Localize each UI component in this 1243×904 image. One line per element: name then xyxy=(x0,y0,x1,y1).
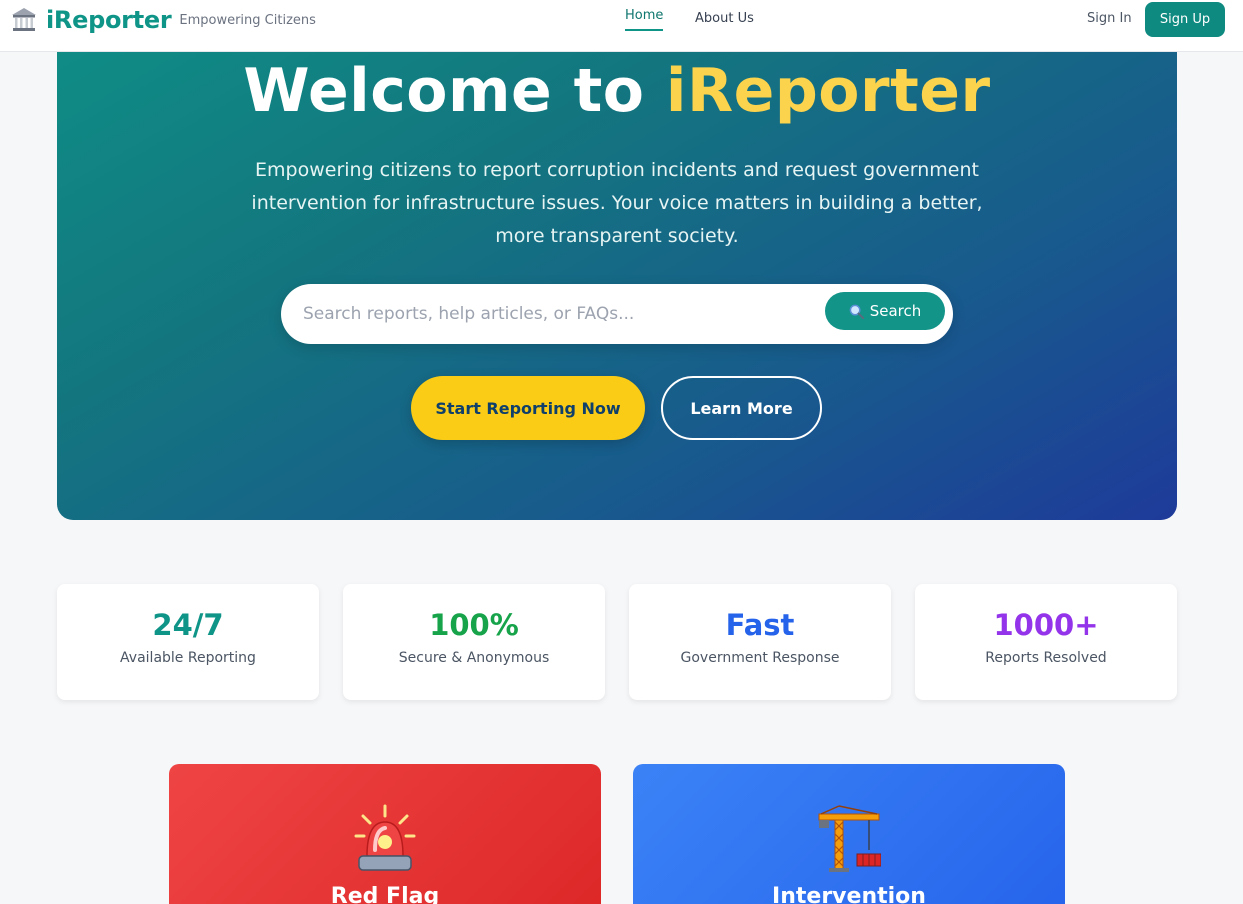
stat-card-security: 100% Secure & Anonymous xyxy=(343,584,605,700)
intervention-card[interactable]: Intervention xyxy=(633,764,1065,904)
hero-subtitle: Empowering citizens to report corruption… xyxy=(251,159,983,247)
nav-link-home[interactable]: Home xyxy=(625,8,664,31)
hero-title-accent: iReporter xyxy=(665,56,991,126)
brand-name: iReporter xyxy=(46,6,172,34)
search-bar: Search xyxy=(281,284,953,344)
stat-value: 24/7 xyxy=(152,608,224,642)
intervention-title: Intervention xyxy=(772,884,926,904)
hero-title: Welcome to iReporter xyxy=(57,56,1177,126)
search-icon xyxy=(849,304,864,319)
brand-tagline: Empowering Citizens xyxy=(179,12,316,28)
hero-title-prefix: Welcome to xyxy=(243,56,666,126)
search-input[interactable] xyxy=(303,294,803,334)
red-flag-card[interactable]: Red Flag xyxy=(169,764,601,904)
siren-icon xyxy=(354,804,416,871)
stat-value: Fast xyxy=(725,608,795,642)
stat-value: 100% xyxy=(429,608,519,642)
sign-up-button[interactable]: Sign Up xyxy=(1145,2,1225,37)
stat-value: 1000+ xyxy=(993,608,1099,642)
stat-card-availability: 24/7 Available Reporting xyxy=(57,584,319,700)
stat-card-response: Fast Government Response xyxy=(629,584,891,700)
search-button[interactable]: Search xyxy=(825,292,945,330)
learn-more-button[interactable]: Learn More xyxy=(661,376,822,440)
top-navbar: iReporter Empowering Citizens Home About… xyxy=(0,0,1243,52)
start-reporting-button[interactable]: Start Reporting Now xyxy=(411,376,645,440)
brand-logo[interactable]: iReporter Empowering Citizens xyxy=(10,4,316,36)
stat-label: Secure & Anonymous xyxy=(398,650,550,666)
government-building-icon xyxy=(12,8,36,31)
stat-label: Government Response xyxy=(680,650,840,666)
red-flag-title: Red Flag xyxy=(330,884,440,904)
stat-label: Available Reporting xyxy=(120,650,256,666)
crane-icon xyxy=(818,805,881,872)
stat-card-resolved: 1000+ Reports Resolved xyxy=(915,584,1177,700)
nav-link-about[interactable]: About Us xyxy=(695,11,754,26)
hero-section: Welcome to iReporter Empowering citizens… xyxy=(57,0,1177,520)
stat-label: Reports Resolved xyxy=(985,650,1107,666)
search-button-label: Search xyxy=(869,302,922,320)
sign-in-link[interactable]: Sign In xyxy=(1087,11,1132,26)
